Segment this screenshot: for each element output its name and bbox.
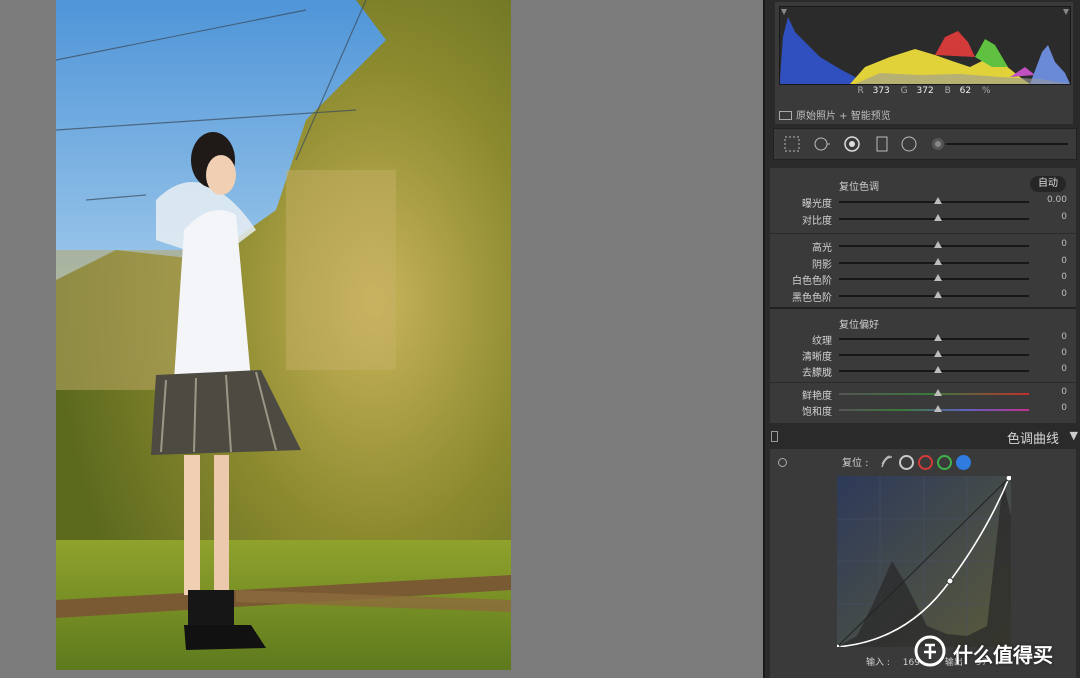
preview-label: 原始照片 + 智能预览: [796, 111, 891, 122]
divider: [770, 382, 1076, 383]
percent-unit: %: [981, 86, 991, 96]
slider-shadows[interactable]: 阴影 0: [770, 256, 1076, 271]
texture-knob[interactable]: [934, 334, 942, 341]
whites-value[interactable]: 0: [1061, 272, 1067, 282]
watermark-logo-icon: [914, 635, 946, 667]
dehaze-knob[interactable]: [934, 366, 942, 373]
tone-curve-title: 色调曲线: [1006, 432, 1059, 447]
slider-contrast[interactable]: 对比度 0: [770, 212, 1076, 227]
blue-channel-icon[interactable]: [956, 455, 971, 470]
blacks-value[interactable]: 0: [1061, 289, 1067, 299]
slider-vibrance[interactable]: 鲜艳度 0: [770, 387, 1076, 402]
shadows-knob[interactable]: [934, 258, 942, 265]
contrast-value[interactable]: 0: [1061, 212, 1067, 222]
preview-icon: [779, 111, 792, 120]
r-value: 373: [872, 86, 890, 96]
slider-saturation[interactable]: 饱和度 0: [770, 403, 1076, 418]
g-value: 372: [916, 86, 934, 96]
clarity-knob[interactable]: [934, 350, 942, 357]
highlights-label: 高光: [812, 243, 832, 254]
spot-removal-icon[interactable]: [814, 136, 830, 152]
brush-size-slider[interactable]: [930, 136, 1070, 152]
divider: [770, 233, 1076, 234]
texture-label: 纹理: [812, 336, 832, 347]
auto-tone-button[interactable]: 自动: [1030, 176, 1066, 192]
slider-highlights[interactable]: 高光 0: [770, 239, 1076, 254]
target-adjust-icon[interactable]: [778, 458, 787, 467]
blacks-knob[interactable]: [934, 291, 942, 298]
contrast-label: 对比度: [802, 216, 832, 227]
crop-overlay-icon[interactable]: [784, 136, 800, 152]
highlight-clipping-icon: [1063, 9, 1069, 15]
curve-point-white[interactable]: [1005, 474, 1013, 482]
histogram-panel: R 373 G 372 B 62 % 原始照片 + 智能预览: [775, 2, 1073, 124]
tool-strip: [773, 128, 1077, 160]
preview-status[interactable]: 原始照片 + 智能预览: [779, 107, 891, 122]
collapse-triangle-icon[interactable]: ▼: [1070, 429, 1078, 442]
saturation-value[interactable]: 0: [1061, 403, 1067, 413]
clarity-label: 清晰度: [802, 352, 832, 363]
histogram-chart[interactable]: [779, 6, 1071, 85]
saturation-label: 饱和度: [802, 407, 832, 418]
contrast-knob[interactable]: [934, 214, 942, 221]
watermark-text: 什么值得买: [953, 643, 1053, 667]
red-eye-icon[interactable]: [844, 136, 860, 152]
parametric-curve-icon[interactable]: [880, 455, 894, 469]
vibrance-knob[interactable]: [934, 389, 942, 396]
shadow-clipping-icon: [781, 9, 787, 15]
red-channel-icon[interactable]: [918, 455, 933, 470]
texture-value[interactable]: 0: [1061, 332, 1067, 342]
highlights-knob[interactable]: [934, 241, 942, 248]
green-channel-icon[interactable]: [937, 455, 952, 470]
divider: [770, 307, 1076, 309]
whites-knob[interactable]: [934, 274, 942, 281]
g-label: G: [900, 86, 908, 96]
panel-toggle-icon[interactable]: [771, 431, 778, 442]
highlights-value[interactable]: 0: [1061, 239, 1067, 249]
photo-preview[interactable]: [56, 0, 511, 670]
tone-reset-label[interactable]: 复位色调: [839, 178, 879, 193]
basic-panel: 复位色调 自动 曝光度 0.00 对比度 0 高光 0 阴影 0 白色色阶 0: [770, 168, 1076, 423]
slider-texture[interactable]: 纹理 0: [770, 332, 1076, 347]
vibrance-label: 鲜艳度: [802, 391, 832, 402]
clarity-value[interactable]: 0: [1061, 348, 1067, 358]
photo-image: [56, 0, 511, 670]
slider-exposure[interactable]: 曝光度 0.00: [770, 195, 1076, 210]
exposure-value[interactable]: 0.00: [1047, 195, 1067, 205]
r-label: R: [857, 86, 864, 96]
watermark: 什么值得买: [913, 631, 1073, 671]
slider-whites[interactable]: 白色色阶 0: [770, 272, 1076, 287]
graduated-filter-icon[interactable]: [874, 136, 890, 152]
rgb-readout: R 373 G 372 B 62 %: [775, 86, 1073, 96]
b-value: 62: [959, 86, 972, 96]
presence-reset-label[interactable]: 复位偏好: [839, 316, 879, 331]
whites-label: 白色色阶: [792, 276, 832, 287]
develop-panel: R 373 G 372 B 62 % 原始照片 + 智能预览 复位色调 自动 曝…: [763, 0, 1080, 678]
radial-filter-icon[interactable]: [901, 136, 917, 152]
rgb-channel-icon[interactable]: [899, 455, 914, 470]
blacks-label: 黑色色阶: [792, 293, 832, 304]
shadows-value[interactable]: 0: [1061, 256, 1067, 266]
vibrance-value[interactable]: 0: [1061, 387, 1067, 397]
slider-dehaze[interactable]: 去朦胧 0: [770, 364, 1076, 379]
curve-point-mid[interactable]: [946, 577, 954, 585]
slider-blacks[interactable]: 黑色色阶 0: [770, 289, 1076, 304]
tone-curve-header[interactable]: 色调曲线 ▼: [765, 426, 1080, 448]
exposure-knob[interactable]: [934, 197, 942, 204]
b-label: B: [944, 86, 951, 96]
dehaze-label: 去朦胧: [802, 368, 832, 379]
shadows-label: 阴影: [812, 260, 832, 271]
slider-clarity[interactable]: 清晰度 0: [770, 348, 1076, 363]
curve-reset-label[interactable]: 复位 :: [842, 454, 869, 469]
saturation-knob[interactable]: [934, 405, 942, 412]
input-label: 输入 :: [866, 658, 890, 668]
exposure-label: 曝光度: [802, 199, 832, 210]
dehaze-value[interactable]: 0: [1061, 364, 1067, 374]
tone-curve-graph[interactable]: [833, 474, 1013, 651]
